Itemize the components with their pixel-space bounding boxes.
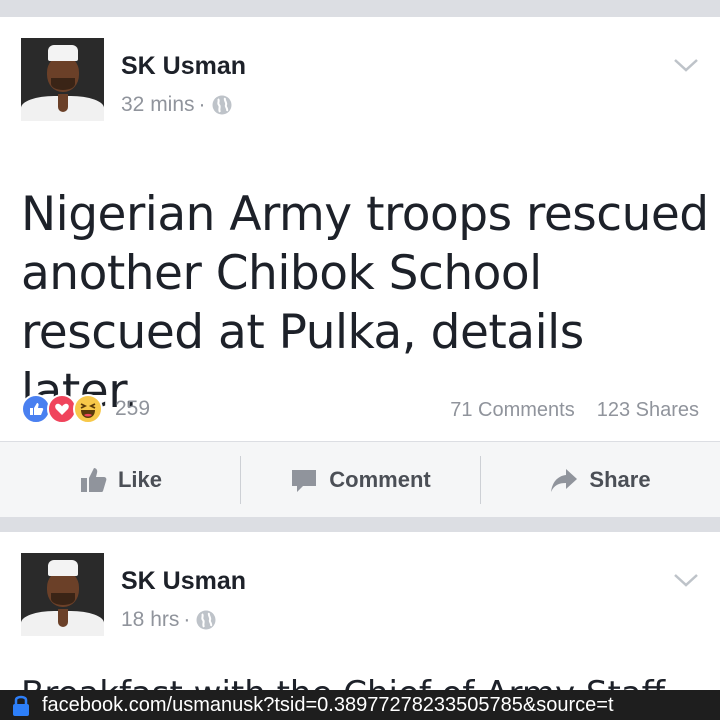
reaction-count: 259 [115,397,151,420]
share-arrow-icon [551,468,578,492]
url-text: facebook.com/usmanusk?tsid=0.38977278233… [42,693,614,716]
haha-reaction-icon [73,394,103,424]
post-stats: 71 Comments 123 Shares [450,399,699,422]
globe-icon [196,610,216,630]
like-button[interactable]: Like [0,442,240,517]
chevron-down-icon[interactable] [673,572,699,588]
lock-icon [13,695,29,716]
comment-icon [292,469,317,492]
author-name[interactable]: SK Usman [121,567,246,596]
action-bar: Like Comment Share [0,441,720,517]
post-card: SK Usman 32 mins · Nigerian Army troops … [0,17,720,517]
post-time[interactable]: 18 hrs [121,608,179,632]
thumbs-up-icon [80,467,107,492]
share-button[interactable]: Share [480,442,720,517]
post-meta: 32 mins · [121,93,232,117]
globe-icon [212,95,232,115]
post-meta: 18 hrs · [121,608,216,632]
meta-separator: · [183,608,191,631]
comment-label: Comment [329,466,431,492]
like-label: Like [117,466,163,492]
avatar[interactable] [21,38,104,121]
author-name[interactable]: SK Usman [121,52,246,81]
comment-button[interactable]: Comment [240,442,480,517]
shares-count[interactable]: 123 Shares [597,399,699,422]
share-label: Share [589,466,651,492]
comments-count[interactable]: 71 Comments [450,399,575,422]
avatar[interactable] [21,553,104,636]
chevron-down-icon[interactable] [673,57,699,73]
post-time[interactable]: 32 mins [121,93,195,117]
meta-separator: · [198,93,206,116]
url-bar[interactable]: facebook.com/usmanusk?tsid=0.38977278233… [0,690,720,720]
post-text: Nigerian Army troops rescued another Chi… [21,187,709,419]
reactions-summary[interactable]: 259 [21,394,150,424]
